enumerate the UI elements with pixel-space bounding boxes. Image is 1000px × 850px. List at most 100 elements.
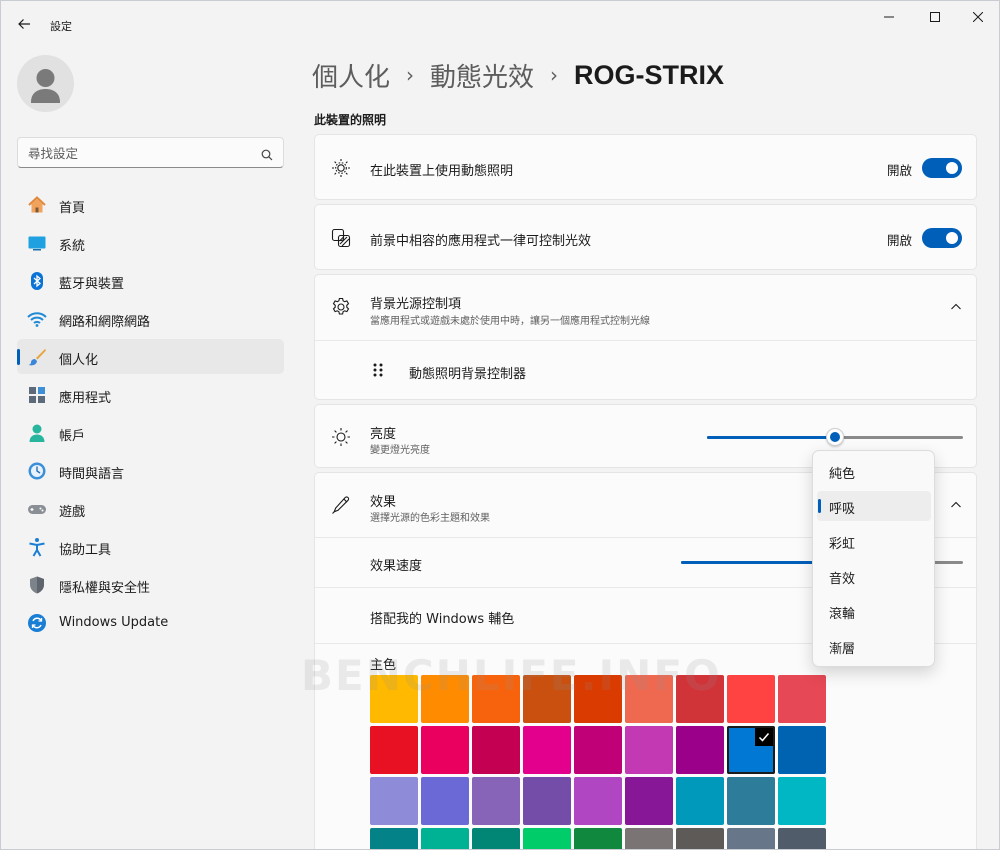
color-swatch[interactable] — [676, 726, 724, 774]
user-avatar[interactable] — [17, 55, 74, 112]
color-swatch[interactable] — [625, 777, 673, 825]
color-swatch[interactable] — [523, 828, 571, 849]
dropdown-option-rainbow[interactable]: 彩虹 — [817, 526, 931, 556]
chevron-up-icon[interactable] — [948, 497, 964, 513]
bluetooth-icon — [27, 271, 47, 291]
search-box[interactable] — [17, 137, 284, 168]
color-swatch[interactable] — [370, 777, 418, 825]
app-title: 設定 — [50, 20, 72, 33]
color-swatch[interactable] — [472, 675, 520, 723]
color-swatch[interactable] — [370, 726, 418, 774]
sidebar-item-apps[interactable]: 應用程式 — [17, 377, 284, 412]
sidebar-item-system[interactable]: 系統 — [17, 225, 284, 260]
color-swatch[interactable] — [472, 777, 520, 825]
wifi-icon — [27, 309, 47, 329]
selection-indicator — [818, 499, 821, 513]
dropdown-option-audio[interactable]: 音效 — [817, 561, 931, 591]
color-swatch[interactable] — [472, 726, 520, 774]
search-icon[interactable] — [261, 146, 273, 165]
color-swatch[interactable] — [727, 777, 775, 825]
sidebar-item-label: 首頁 — [59, 201, 86, 216]
slider-thumb[interactable] — [826, 428, 844, 446]
accessibility-icon — [27, 537, 47, 557]
color-swatch[interactable] — [676, 675, 724, 723]
color-swatch[interactable] — [625, 726, 673, 774]
minimize-button[interactable] — [866, 1, 912, 33]
use-dynamic-lighting-card[interactable]: 在此裝置上使用動態照明 開啟 — [314, 134, 977, 200]
foreground-apps-toggle[interactable] — [922, 228, 962, 248]
background-controller-item[interactable]: 動態照明背景控制器 — [315, 341, 978, 400]
sidebar-item-accessibility[interactable]: 協助工具 — [17, 529, 284, 564]
dropdown-option-gradient[interactable]: 漸層 — [817, 631, 931, 661]
breadcrumb: 個人化 › 動態光效 › ROG-STRIX — [312, 55, 724, 95]
color-swatch[interactable] — [421, 777, 469, 825]
sidebar-item-network[interactable]: 網路和網際網路 — [17, 301, 284, 336]
sidebar-item-home[interactable]: 首頁 — [17, 187, 284, 222]
sidebar-item-time-language[interactable]: 時間與語言 — [17, 453, 284, 488]
drag-handle-icon[interactable] — [372, 362, 384, 382]
color-swatch[interactable] — [370, 828, 418, 849]
search-input[interactable] — [28, 144, 248, 162]
system-icon — [27, 233, 47, 253]
breadcrumb-separator: › — [550, 63, 559, 87]
toggle-state-label: 開啟 — [886, 163, 912, 178]
color-swatch[interactable] — [574, 726, 622, 774]
color-swatch[interactable] — [778, 726, 826, 774]
dropdown-option-solid[interactable]: 純色 — [817, 456, 931, 486]
chevron-up-icon[interactable] — [948, 299, 964, 315]
sidebar-item-label: 系統 — [59, 239, 86, 254]
color-swatch[interactable] — [574, 777, 622, 825]
color-swatch[interactable] — [421, 726, 469, 774]
color-swatch[interactable] — [523, 777, 571, 825]
sidebar-item-bluetooth[interactable]: 藍牙與裝置 — [17, 263, 284, 298]
sidebar-item-windows-update[interactable]: Windows Update — [17, 605, 284, 640]
checkmark-icon — [755, 728, 773, 746]
maximize-button[interactable] — [912, 1, 958, 33]
sidebar-item-personalization[interactable]: 個人化 — [17, 339, 284, 374]
sidebar-item-accounts[interactable]: 帳戶 — [17, 415, 284, 450]
close-button[interactable] — [955, 1, 999, 33]
breadcrumb-personalization[interactable]: 個人化 — [312, 57, 390, 94]
color-swatch[interactable] — [574, 828, 622, 849]
color-swatch[interactable] — [778, 777, 826, 825]
breadcrumb-dynamic-lighting[interactable]: 動態光效 — [430, 57, 534, 94]
background-control-header[interactable]: 背景光源控制項 當應用程式或遊戲未處於使用中時，讓另一個應用程式控制光線 — [315, 275, 978, 340]
color-swatch[interactable] — [421, 675, 469, 723]
color-swatch[interactable] — [778, 675, 826, 723]
back-button[interactable] — [9, 9, 39, 39]
lighting-icon — [330, 157, 352, 179]
background-controller-label: 動態照明背景控制器 — [409, 367, 527, 382]
color-swatch[interactable] — [625, 675, 673, 723]
brightness-subtitle: 變更燈光亮度 — [370, 445, 430, 456]
close-icon — [973, 12, 983, 22]
dropdown-option-label: 漸層 — [829, 642, 856, 657]
color-swatch[interactable] — [625, 828, 673, 849]
color-swatch[interactable] — [421, 828, 469, 849]
color-swatch[interactable] — [727, 726, 775, 774]
brightness-slider[interactable] — [707, 427, 963, 447]
color-swatch[interactable] — [778, 828, 826, 849]
dropdown-option-label: 純色 — [829, 467, 856, 482]
dropdown-option-breathing[interactable]: 呼吸 — [817, 491, 931, 521]
color-swatch[interactable] — [574, 675, 622, 723]
shield-icon — [27, 575, 47, 595]
color-swatch[interactable] — [727, 675, 775, 723]
color-swatch[interactable] — [676, 828, 724, 849]
use-dynamic-lighting-toggle[interactable] — [922, 158, 962, 178]
settings-window: 設定 首頁 — [0, 0, 1000, 850]
breadcrumb-separator: › — [406, 63, 415, 87]
color-swatch[interactable] — [523, 726, 571, 774]
sidebar-item-label: 應用程式 — [59, 391, 112, 406]
color-swatch[interactable] — [472, 828, 520, 849]
foreground-apps-label: 前景中相容的應用程式一律可控制光效 — [370, 234, 592, 249]
sidebar-item-gaming[interactable]: 遊戲 — [17, 491, 284, 526]
color-swatch[interactable] — [727, 828, 775, 849]
sidebar-item-privacy[interactable]: 隱私權與安全性 — [17, 567, 284, 602]
color-swatch[interactable] — [523, 675, 571, 723]
match-accent-label: 搭配我的 Windows 輔色 — [370, 612, 515, 627]
dropdown-option-wheel[interactable]: 滾輪 — [817, 596, 931, 626]
color-swatch[interactable] — [370, 675, 418, 723]
foreground-apps-card[interactable]: 前景中相容的應用程式一律可控制光效 開啟 — [314, 204, 977, 270]
brightness-icon — [330, 426, 352, 448]
color-swatch[interactable] — [676, 777, 724, 825]
